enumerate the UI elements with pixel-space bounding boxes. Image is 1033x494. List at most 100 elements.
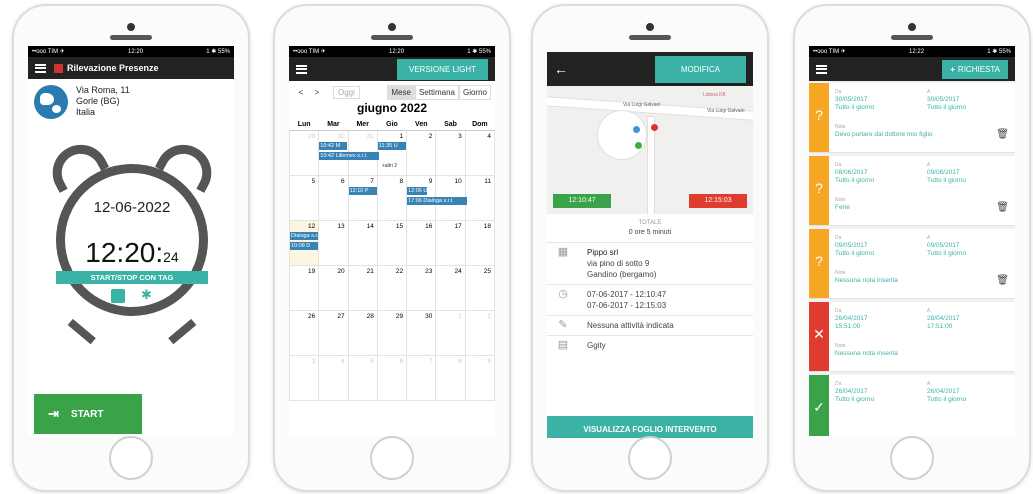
home-button[interactable] <box>109 436 153 480</box>
trash-icon[interactable]: 🗑 <box>996 202 1009 213</box>
day-cell[interactable]: 30 <box>406 310 437 356</box>
day-cell[interactable]: 15 <box>376 220 408 266</box>
day-cell[interactable]: 16 <box>406 220 437 266</box>
more-events[interactable]: +altri 2 <box>382 163 397 169</box>
day-cell[interactable]: 24 <box>435 265 466 311</box>
day-cell[interactable]: 20 <box>318 265 349 311</box>
speaker <box>110 35 152 40</box>
request-card[interactable]: ? Da 08/06/2017 Tutto il giorno A 09/06/201… <box>809 156 1015 226</box>
map-label: Via Luigi Galvani <box>707 108 745 114</box>
day-cell[interactable]: 23 <box>406 265 437 311</box>
day-cell[interactable]: 6 <box>376 355 408 401</box>
start-button[interactable]: ⇥ START <box>34 394 142 434</box>
day-cell[interactable]: 7 <box>406 355 437 401</box>
weekday: Ven <box>406 119 436 131</box>
current-date: 12-06-2022 <box>93 199 171 216</box>
tab-week[interactable]: Settimana <box>414 85 459 100</box>
day-cell[interactable]: 9 12:06 U 17:06 Dialoga s.r.l. <box>406 175 468 221</box>
today-button[interactable]: Oggi <box>333 86 360 99</box>
day-cell[interactable]: 30 10:42 M 10:42 Lillemex s.r.l. <box>318 130 380 176</box>
day-cell[interactable]: 3 <box>289 355 320 401</box>
day-cell[interactable]: 2 <box>406 130 437 176</box>
day-cell-today[interactable]: 12 Dialoga s.r.l. 10:08 D <box>289 220 320 266</box>
from-time: 15:51:00 <box>835 323 861 330</box>
request-card[interactable]: ✓ Da 26/04/2017 Tutto il giorno A 26/04/201… <box>809 375 1015 436</box>
day-cell[interactable]: 21 <box>347 265 378 311</box>
day-cell[interactable]: 5 <box>347 355 378 401</box>
day-cell[interactable]: 18 <box>464 220 495 266</box>
map-view[interactable]: Via Luigi Galvani Via Luigi Galvani Lisb… <box>547 86 753 214</box>
home-button[interactable] <box>370 436 414 480</box>
day-number: 9 <box>428 178 433 185</box>
prev-button[interactable]: < <box>293 88 309 97</box>
menu-icon[interactable] <box>816 64 827 74</box>
day-cell[interactable]: 2 <box>464 310 495 356</box>
tab-day[interactable]: Giorno <box>458 85 491 100</box>
day-cell[interactable]: 29 <box>376 310 408 356</box>
day-cell[interactable]: 25 <box>464 265 495 311</box>
day-cell[interactable]: 29 <box>289 130 320 176</box>
day-cell[interactable]: 11 <box>464 175 495 221</box>
pending-icon: ? <box>809 83 829 152</box>
day-cell[interactable]: 19 <box>289 265 320 311</box>
calendar-event[interactable]: 11:35 U <box>377 142 406 150</box>
day-cell[interactable]: 28 <box>347 310 378 356</box>
from-column: Da 09/05/2017 Tutto il giorno <box>835 234 874 258</box>
day-cell[interactable]: 13 <box>318 220 349 266</box>
home-button[interactable] <box>890 436 934 480</box>
day-cell[interactable]: 22 <box>376 265 408 311</box>
day-cell[interactable]: 14 <box>347 220 378 266</box>
calendar-event[interactable]: 12:06 U <box>407 187 428 195</box>
pending-icon: ? <box>809 229 829 298</box>
day-cell[interactable]: 5 <box>289 175 320 221</box>
map-pin-red-icon[interactable] <box>651 124 658 131</box>
light-version-button[interactable]: VERSIONE LIGHT <box>396 58 488 80</box>
next-button[interactable]: > <box>309 88 325 97</box>
calendar-event[interactable]: 17:06 Dialoga s.r.l. <box>407 197 468 205</box>
address-country: Italia <box>76 107 96 117</box>
day-cell[interactable]: 1 11:35 U +altri 2 <box>376 130 408 176</box>
menu-icon[interactable] <box>296 64 307 74</box>
trash-icon[interactable]: 🗑 <box>996 129 1009 140</box>
day-cell[interactable]: 27 <box>318 310 349 356</box>
menu-icon[interactable] <box>35 63 46 73</box>
day-cell[interactable]: 7 12:10 P <box>347 175 378 221</box>
modify-button[interactable]: MODIFICA <box>654 55 746 83</box>
map-pin-green-icon[interactable] <box>635 142 642 149</box>
calendar-event[interactable]: Dialoga s.r.l. <box>290 232 318 240</box>
map-label: Via Luigi Galvani <box>623 102 661 108</box>
tab-month[interactable]: Mese <box>387 85 415 100</box>
calendar-event[interactable]: 12:10 P <box>348 187 377 195</box>
day-cell[interactable]: 8 <box>435 355 466 401</box>
address-city: Gorle (BG) <box>76 96 120 106</box>
speaker <box>891 35 933 40</box>
day-cell[interactable]: 17 <box>435 220 466 266</box>
day-cell[interactable]: 4 <box>318 355 349 401</box>
calendar-event[interactable]: 10:08 D <box>290 242 318 250</box>
day-cell[interactable]: 4 <box>464 130 495 176</box>
nfc-icon[interactable] <box>111 289 125 303</box>
bluetooth-icon[interactable]: ✱ <box>141 287 152 303</box>
back-arrow-icon[interactable]: ← <box>554 61 568 77</box>
calendar-event[interactable]: 10:42 M <box>319 142 348 150</box>
home-button[interactable] <box>628 436 672 480</box>
day-cell[interactable]: 3 <box>435 130 466 176</box>
phone-4: ••ooo TIM ✈ 12:22 1 ✱ 55% + RICHIESTA ? Da 3… <box>793 4 1031 492</box>
request-card[interactable]: ✕ Da 26/04/2017 15:51:00 A 28/04/2017 17:51:… <box>809 302 1015 372</box>
day-cell[interactable]: 26 <box>289 310 320 356</box>
time-seconds: 24 <box>163 249 179 265</box>
request-button[interactable]: + RICHIESTA <box>942 59 1008 79</box>
trash-icon[interactable]: 🗑 <box>996 275 1009 286</box>
request-card[interactable]: ? Da 30/05/2017 Tutto il giorno A 30/05/201… <box>809 83 1015 153</box>
day-cell[interactable]: 8 <box>376 175 408 221</box>
day-cell[interactable]: 1 <box>435 310 466 356</box>
from-label: Da <box>835 381 842 387</box>
calendar-event[interactable]: 10:42 Lillemex s.r.l. <box>319 152 380 160</box>
plus-icon: + <box>950 64 955 74</box>
request-card[interactable]: ? Da 09/05/2017 Tutto il giorno A 09/05/201… <box>809 229 1015 299</box>
map-pin-blue-icon[interactable] <box>633 126 640 133</box>
status-time: 12:20 <box>389 48 405 55</box>
view-report-button[interactable]: VISUALIZZA FOGLIO INTERVENTO <box>547 416 753 438</box>
day-cell[interactable]: 9 <box>464 355 495 401</box>
day-cell[interactable]: 6 <box>318 175 349 221</box>
